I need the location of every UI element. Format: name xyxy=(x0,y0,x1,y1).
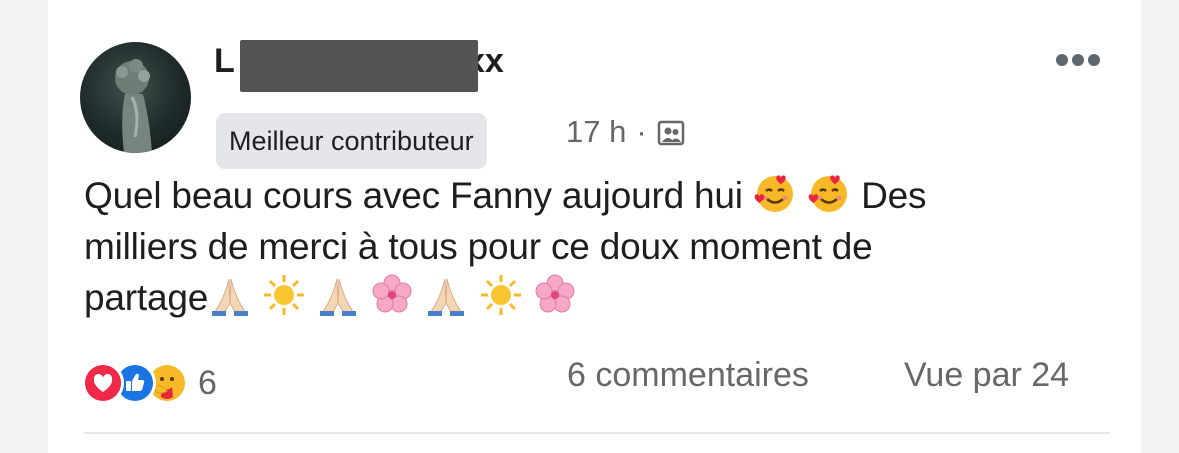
avatar-image-icon xyxy=(115,59,152,153)
reactions-summary[interactable]: 6 xyxy=(82,358,217,408)
post-line-3: partage xyxy=(84,272,1084,323)
more-dot-icon xyxy=(1088,54,1100,66)
love-icon xyxy=(82,362,124,404)
post-text-segment: Quel beau cours avec Fanny aujourd hui xyxy=(84,175,743,216)
background-right-edge xyxy=(1141,0,1179,453)
post-text-segment: partage xyxy=(84,277,209,318)
sun-icon xyxy=(262,273,306,317)
post-line-2: milliers de merci à tous pour ce doux mo… xyxy=(84,226,873,267)
author-name-start[interactable]: L xyxy=(214,42,235,81)
cherry-blossom-icon xyxy=(370,273,414,317)
timestamp[interactable]: 17 h xyxy=(566,114,626,150)
folded-hands-icon xyxy=(208,273,252,317)
divider xyxy=(84,432,1110,434)
folded-hands-icon xyxy=(424,273,468,317)
more-dot-icon xyxy=(1072,54,1084,66)
smiling-face-with-hearts-icon xyxy=(807,171,851,215)
more-options-button[interactable] xyxy=(1050,48,1106,72)
post-text-segment: Des xyxy=(861,175,927,216)
post-body: Quel beau cours avec Fanny aujourd hui D… xyxy=(84,170,1084,323)
reaction-count: 6 xyxy=(198,363,217,402)
comments-count-link[interactable]: 6 commentaires xyxy=(567,356,809,395)
views-count: Vue par 24 xyxy=(904,356,1070,394)
post-meta: 17 h · xyxy=(566,112,685,152)
cherry-blossom-icon xyxy=(533,273,577,317)
more-dot-icon xyxy=(1056,54,1068,66)
meta-separator: · xyxy=(636,114,647,149)
group-icon[interactable] xyxy=(657,119,685,147)
sun-icon xyxy=(479,273,523,317)
background-left-edge xyxy=(0,0,48,453)
name-redaction-bar xyxy=(240,40,478,92)
avatar[interactable] xyxy=(80,42,191,153)
post-line-1: Quel beau cours avec Fanny aujourd hui D… xyxy=(84,170,1084,221)
top-contributor-badge[interactable]: Meilleur contributeur xyxy=(216,113,487,169)
smiling-face-with-hearts-icon xyxy=(753,171,797,215)
folded-hands-icon xyxy=(316,273,360,317)
